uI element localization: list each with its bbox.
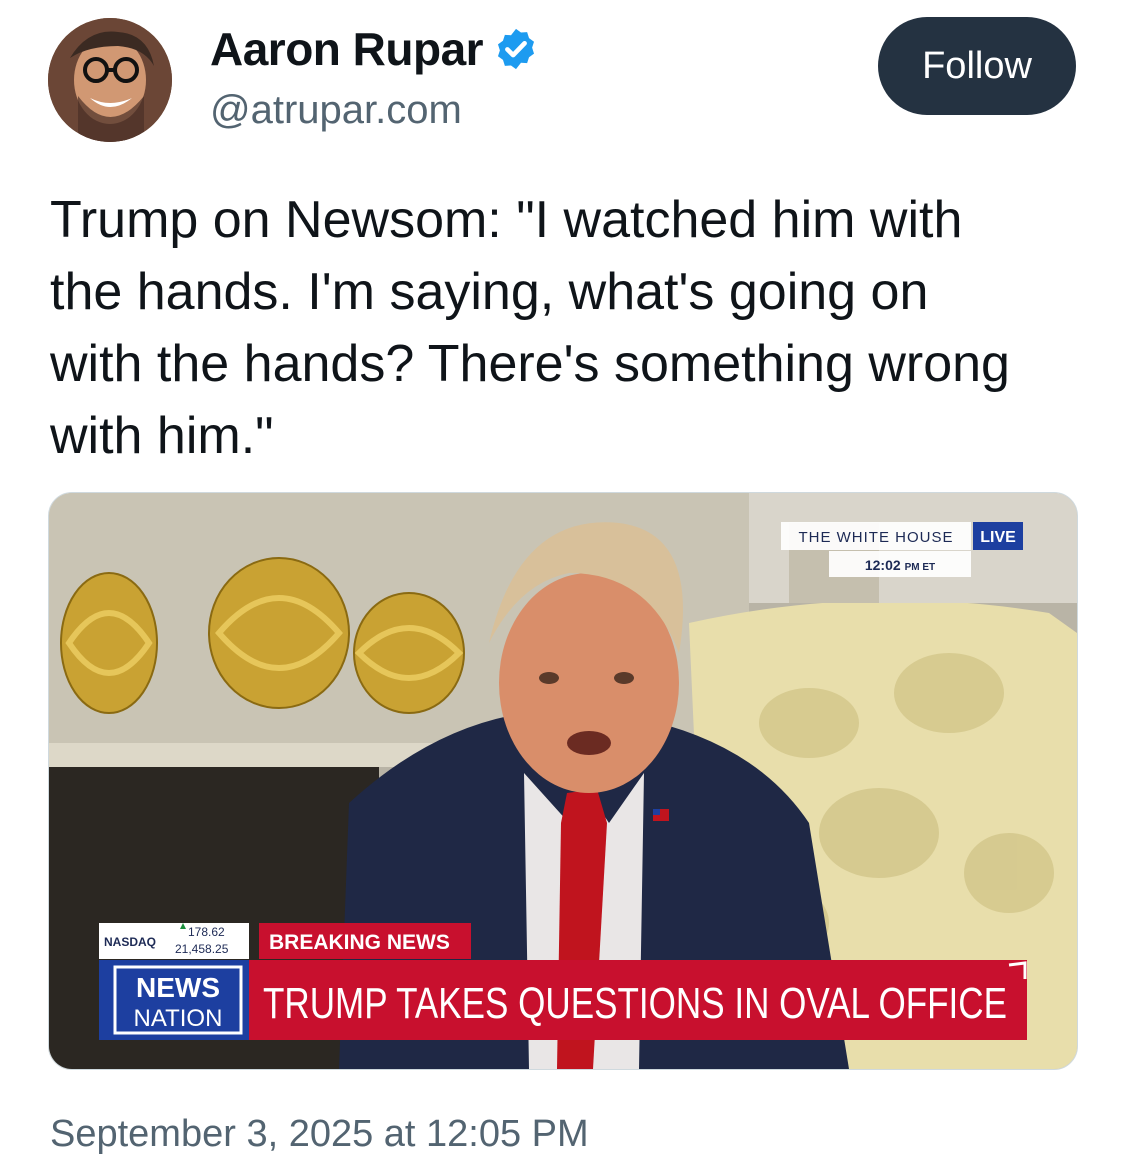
tweet-timestamp[interactable]: September 3, 2025 at 12:05 PM	[50, 1113, 589, 1156]
network-logo-bottom: NATION	[134, 1005, 223, 1032]
avatar[interactable]	[48, 18, 172, 142]
headline: TRUMP TAKES QUESTIONS IN OVAL OFFICE	[263, 979, 1007, 1028]
follow-button[interactable]: Follow	[878, 17, 1076, 115]
ticker-label: NASDAQ	[104, 935, 156, 949]
location-tag: THE WHITE HOUSE	[798, 529, 953, 546]
profile-photo	[48, 18, 172, 142]
tweet-text: Trump on Newsom: "I watched him with the…	[50, 191, 1010, 465]
clock-hour: 12:02	[865, 557, 901, 573]
author-handle[interactable]: @atrupar.com	[210, 88, 462, 133]
video-still: THE WHITE HOUSE LIVE 12:02 PM ET NASDAQ …	[49, 493, 1077, 1069]
ticker-change: 178.62	[188, 925, 225, 939]
author-display-name[interactable]: Aaron Rupar	[210, 22, 484, 76]
breaking-news-label: BREAKING NEWS	[269, 931, 450, 954]
author-name-row[interactable]: Aaron Rupar	[210, 22, 539, 76]
tweet-media[interactable]: THE WHITE HOUSE LIVE 12:02 PM ET NASDAQ …	[48, 492, 1078, 1070]
ticker-value: 21,458.25	[175, 942, 229, 956]
network-logo-top: NEWS	[136, 972, 220, 1003]
verified-badge-icon	[498, 28, 535, 70]
live-tag: LIVE	[980, 529, 1016, 546]
clock-suffix: PM ET	[905, 562, 936, 573]
